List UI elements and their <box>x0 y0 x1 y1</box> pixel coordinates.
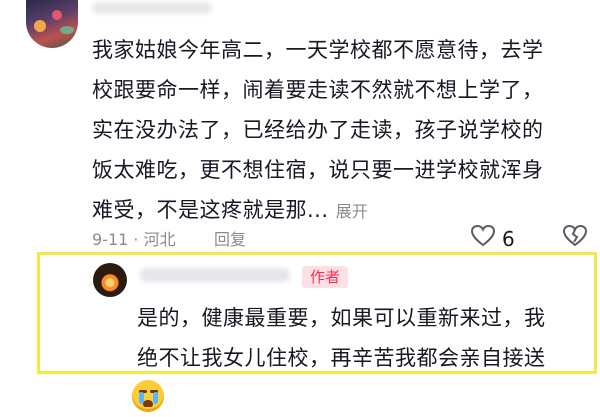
comment-meta: 9-11 · 河北 回复 6 <box>92 224 592 253</box>
broken-heart-icon <box>562 224 588 252</box>
commenter-name-blurred[interactable] <box>92 2 212 14</box>
heart-icon <box>470 224 496 253</box>
comment-line: 实在没办法了，已经给办了走读，孩子说学校的 <box>92 118 544 142</box>
author-avatar[interactable] <box>93 263 127 297</box>
expand-link[interactable]: 展开 <box>336 202 368 221</box>
author-name-blurred[interactable] <box>140 268 290 282</box>
comment-line-last: 难受，不是这疼就是那... <box>92 198 329 222</box>
comment-text: 我家姑娘今年高二，一天学校都不愿意待，去学 校跟要命一样，闹着要走读不然就不想上… <box>92 30 582 232</box>
comment-date-location: 9-11 · 河北 <box>92 230 176 249</box>
author-badge: 作者 <box>302 266 349 288</box>
commenter-avatar[interactable] <box>26 0 78 48</box>
reply-line: 绝不让我女儿住校，再辛苦我都会亲自接送 <box>137 346 546 370</box>
comment-line: 我家姑娘今年高二，一天学校都不愿意待，去学 <box>92 38 544 62</box>
reply-button[interactable]: 回复 <box>214 226 246 250</box>
crying-emoji-icon <box>132 380 164 412</box>
dislike-button[interactable] <box>562 224 588 252</box>
like-count: 6 <box>502 226 515 251</box>
reply-line: 是的，健康最重要，如果可以重新来过，我 <box>137 306 546 330</box>
like-button[interactable]: 6 <box>470 224 515 253</box>
comment-line: 校跟要命一样，闹着要走读不然就不想上学了， <box>92 78 544 102</box>
author-reply-text: 是的，健康最重要，如果可以重新来过，我 绝不让我女儿住校，再辛苦我都会亲自接送 <box>137 298 587 378</box>
comment-line: 饭太难吃，更不想住宿，说只要一进学校就浑身 <box>92 158 544 182</box>
